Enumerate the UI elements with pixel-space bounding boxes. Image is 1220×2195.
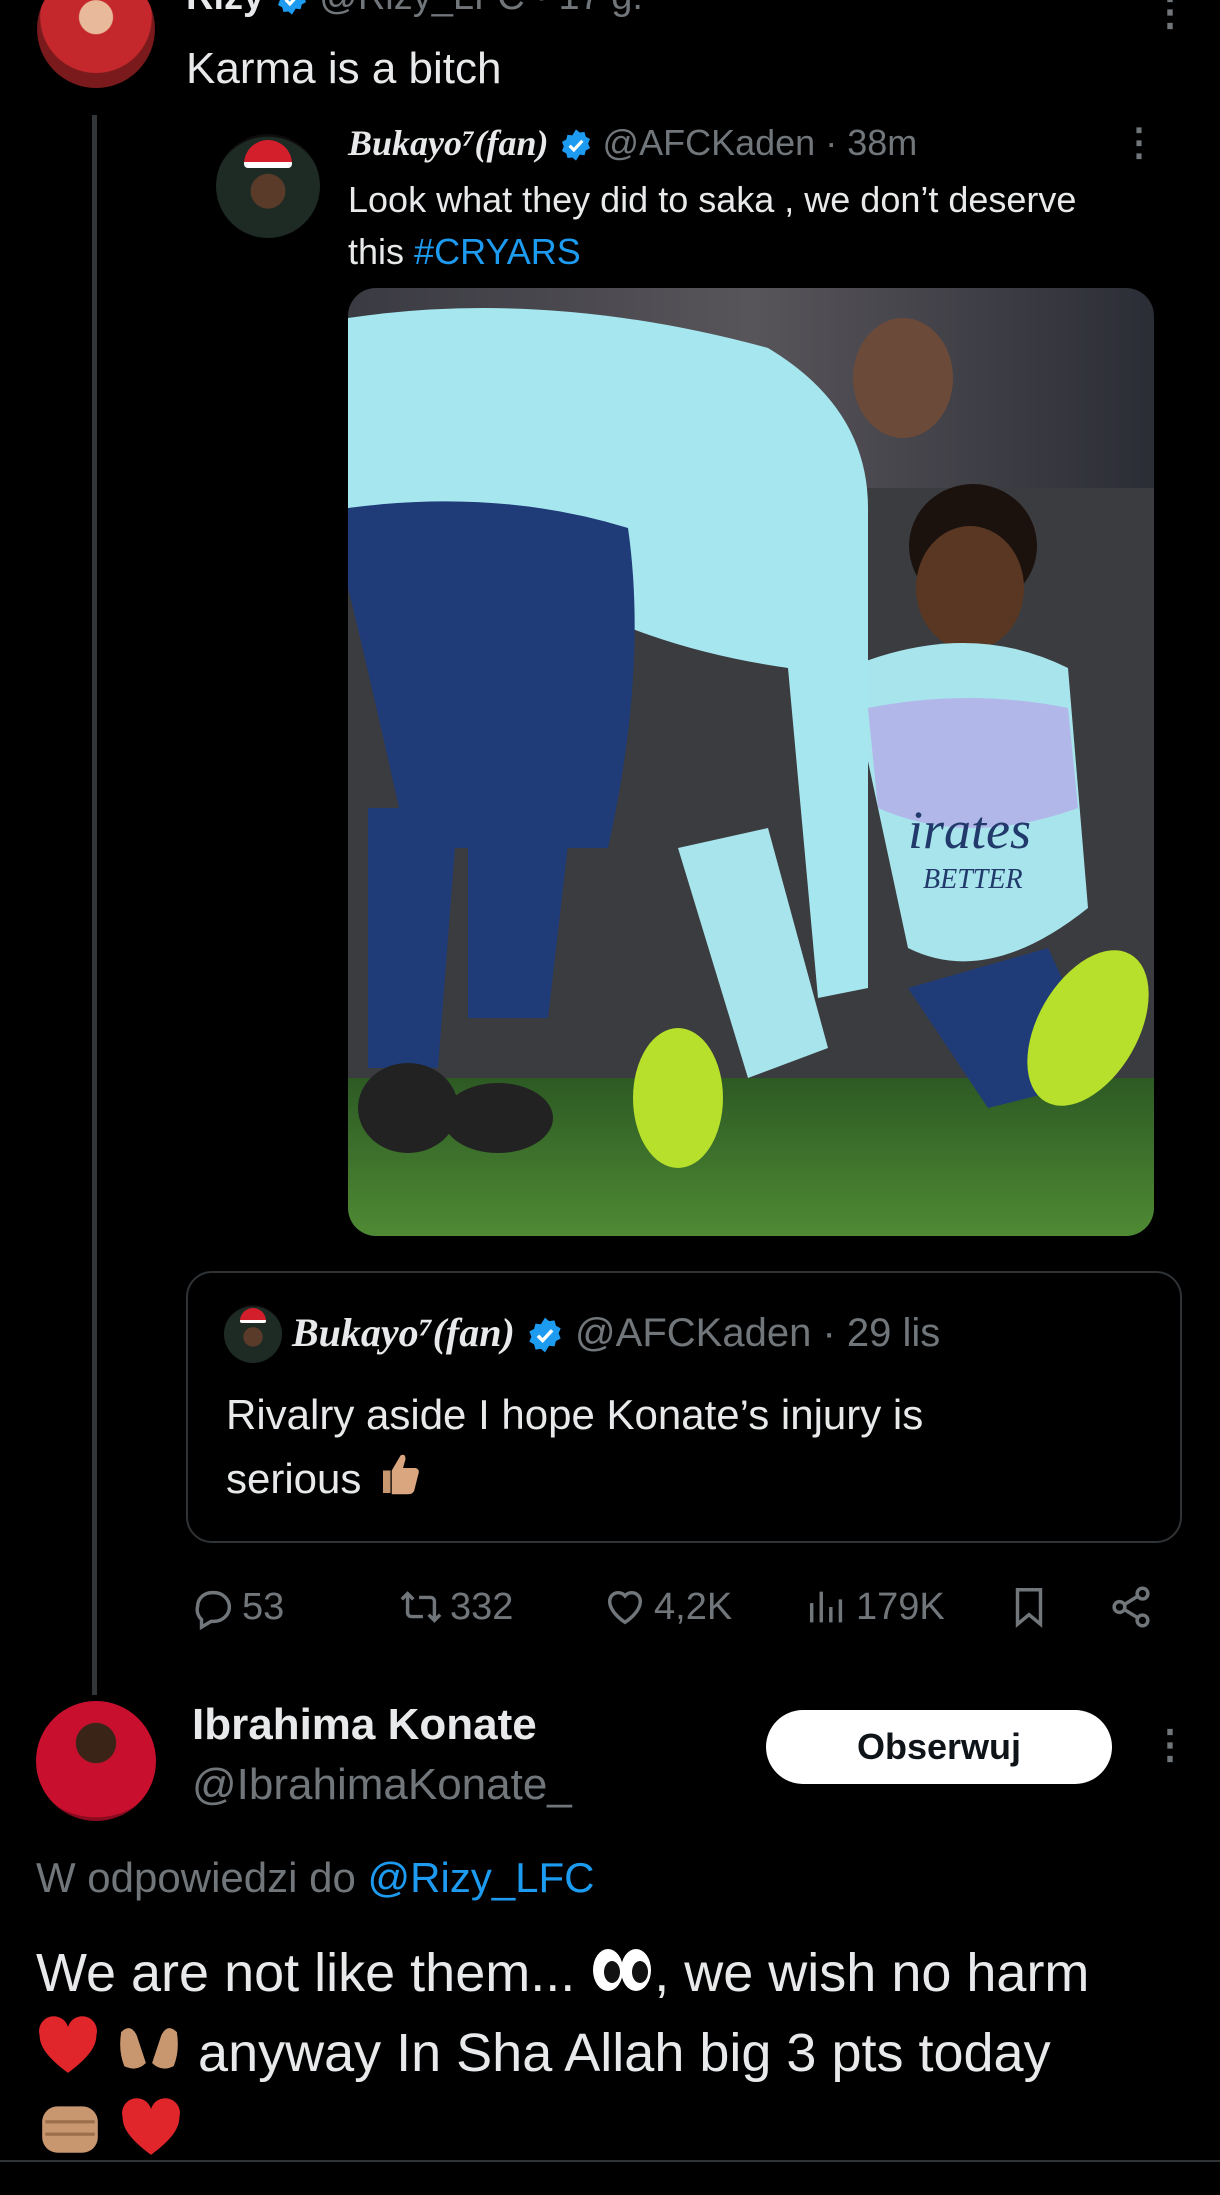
- author-name[interactable]: Bukayo⁷(fan): [348, 123, 549, 163]
- quoted-tweet-text: Rivalry aside I hope Konate’s injury is …: [226, 1383, 1146, 1516]
- bookmark-icon: [1015, 1588, 1043, 1628]
- bukayo-fan-avatar-small[interactable]: [224, 1305, 282, 1363]
- views-button[interactable]: 179K: [804, 1582, 945, 1632]
- reply-tweet-text: We are not like them... , we wish no har…: [36, 1935, 1206, 2179]
- author-handle[interactable]: @AFCKaden: [603, 122, 816, 163]
- author-handle[interactable]: @AFCKaden: [575, 1311, 811, 1355]
- red-heart-emoji-icon: [36, 2016, 100, 2096]
- nested-tweet-text: Look what they did to saka , we don’t de…: [348, 174, 1168, 278]
- verified-badge-icon: [529, 1318, 561, 1353]
- tweet-time[interactable]: · 38m: [825, 122, 917, 163]
- reply-to-prefix: W odpowiedzi do: [36, 1854, 356, 1901]
- top-tweet-header: Rizy @Rizy_LFC · 17 g.: [186, 0, 643, 19]
- more-options-icon[interactable]: ⋮: [1150, 0, 1190, 32]
- verified-badge-icon: [277, 0, 306, 15]
- hashtag-link[interactable]: #CRYARS: [414, 231, 581, 272]
- more-options-icon[interactable]: ⋮: [1150, 1725, 1190, 1765]
- author-name[interactable]: Rizy: [186, 0, 264, 18]
- konate-avatar[interactable]: [36, 1701, 156, 1821]
- thread-line: [92, 115, 97, 1695]
- reply-to-handle[interactable]: @Rizy_LFC: [368, 1854, 595, 1901]
- quoted-tweet-header: Bukayo⁷(fan) @AFCKaden · 29 lis: [292, 1309, 940, 1356]
- jersey-text-2: BETTER: [923, 864, 1023, 895]
- quoted-tweet-card[interactable]: Bukayo⁷(fan) @AFCKaden · 29 lis Rivalry …: [186, 1271, 1182, 1543]
- tweet-time[interactable]: 17 g.: [558, 0, 643, 18]
- nested-tweet-header: Bukayo⁷(fan) @AFCKaden · 38m: [348, 122, 917, 164]
- like-icon: [607, 1590, 643, 1625]
- share-icon: [1112, 1586, 1150, 1628]
- like-button[interactable]: 4,2K: [602, 1582, 732, 1632]
- share-button[interactable]: [1108, 1582, 1160, 1632]
- more-options-icon[interactable]: ⋮: [1120, 124, 1158, 162]
- rizy-avatar[interactable]: [37, 0, 155, 88]
- top-tweet-text: Karma is a bitch: [186, 44, 502, 93]
- retweet-count: 332: [450, 1585, 514, 1628]
- author-handle[interactable]: @Rizy_LFC: [319, 0, 524, 18]
- thumbs-up-emoji-icon: [373, 1448, 423, 1516]
- retweet-button[interactable]: 332: [398, 1582, 513, 1632]
- tweet-text-line2: this #CRYARS: [348, 231, 581, 272]
- reply-to-line: W odpowiedzi do @Rizy_LFC: [36, 1854, 595, 1902]
- konate-handle[interactable]: @IbrahimaKonate_: [192, 1760, 572, 1810]
- like-count: 4,2K: [654, 1585, 733, 1628]
- tweet-time[interactable]: · 29 lis: [822, 1311, 940, 1355]
- views-icon: [809, 1591, 843, 1623]
- bookmark-button[interactable]: [1006, 1582, 1058, 1632]
- palms-up-emoji-icon: [115, 2016, 183, 2096]
- follow-button[interactable]: Obserwuj: [766, 1710, 1112, 1784]
- bukayo-fan-avatar[interactable]: [216, 134, 320, 238]
- fist-emoji-icon: [36, 2097, 104, 2179]
- photo-illustration: irates BETTER: [348, 288, 1154, 1236]
- konate-author-name[interactable]: Ibrahima Konate: [192, 1700, 537, 1750]
- reply-count: 53: [242, 1585, 285, 1628]
- santa-hat-icon: [244, 140, 292, 168]
- retweet-icon: [400, 1591, 442, 1623]
- tweet-text-line1: Look what they did to saka , we don’t de…: [348, 179, 1077, 220]
- santa-hat-icon: [240, 1308, 266, 1323]
- jersey-text: irates: [908, 800, 1031, 860]
- author-name[interactable]: Bukayo⁷(fan): [292, 1310, 515, 1355]
- bottom-divider: [0, 2160, 1220, 2162]
- tweet-photo[interactable]: irates BETTER: [348, 288, 1154, 1236]
- views-count: 179K: [856, 1585, 945, 1628]
- verified-badge-icon: [561, 129, 590, 162]
- reply-button[interactable]: 53: [190, 1582, 284, 1632]
- reply-icon: [195, 1590, 232, 1630]
- red-heart-emoji-icon: [119, 2098, 183, 2178]
- eyes-emoji-icon: [590, 1939, 654, 2015]
